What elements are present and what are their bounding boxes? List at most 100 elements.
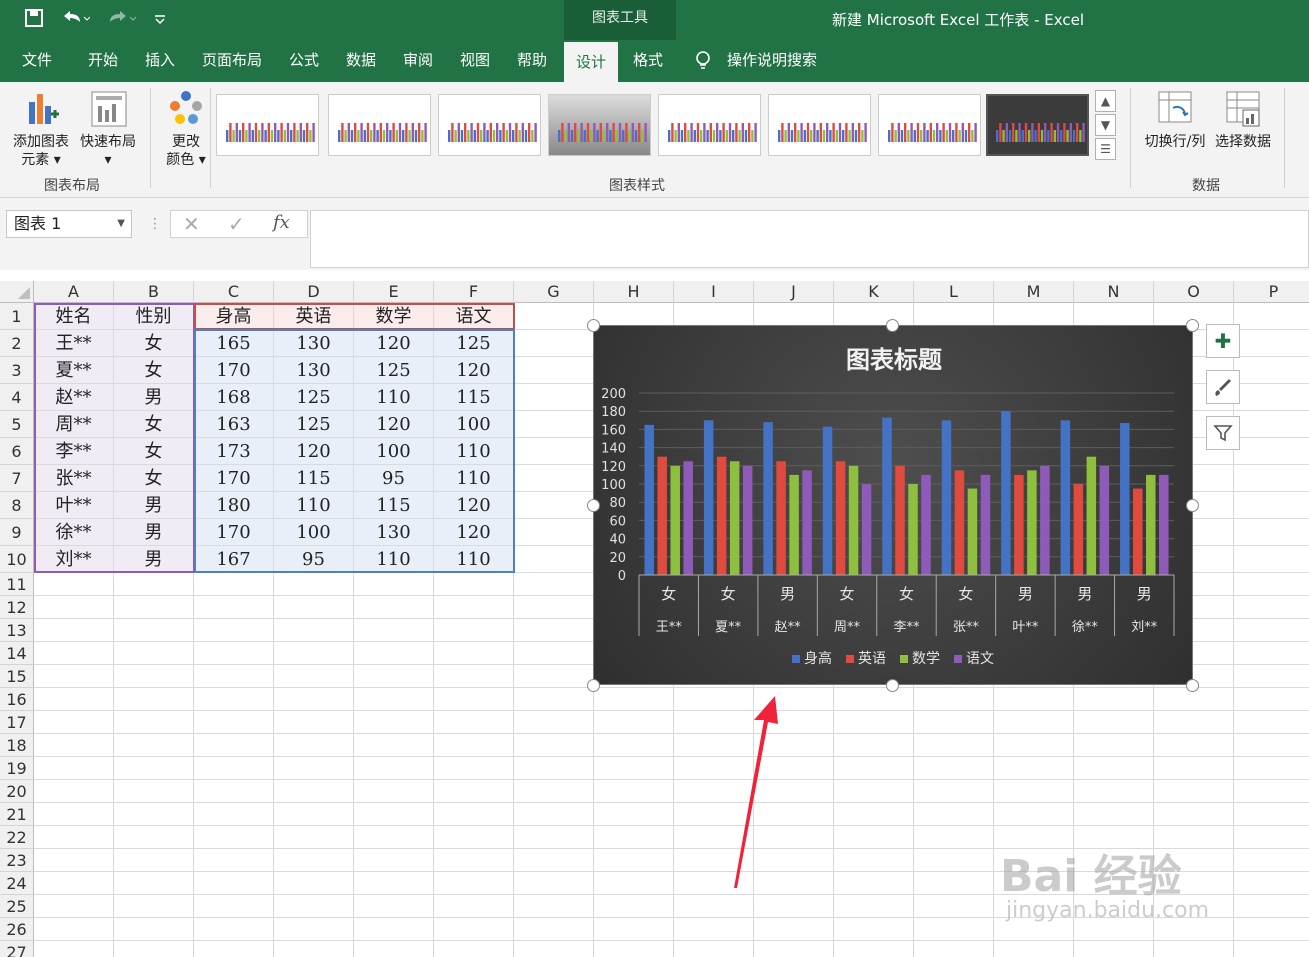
- table-cell[interactable]: 125: [274, 411, 354, 438]
- empty-cell[interactable]: [1234, 384, 1309, 411]
- empty-cell[interactable]: [114, 872, 194, 895]
- empty-cell[interactable]: [514, 519, 594, 546]
- empty-cell[interactable]: [994, 803, 1074, 826]
- empty-cell[interactable]: [1234, 411, 1309, 438]
- table-cell[interactable]: 167: [194, 546, 274, 573]
- tab-help[interactable]: 帮助: [505, 40, 559, 82]
- table-cell[interactable]: 110: [434, 546, 514, 573]
- empty-cell[interactable]: [834, 780, 914, 803]
- table-cell[interactable]: 周**: [34, 411, 114, 438]
- header-cell[interactable]: 语文: [434, 303, 514, 330]
- empty-cell[interactable]: [194, 642, 274, 665]
- redo-icon[interactable]: [106, 8, 137, 33]
- table-cell[interactable]: 130: [274, 357, 354, 384]
- empty-cell[interactable]: [114, 895, 194, 918]
- gallery-scroll-up-icon[interactable]: ▲: [1095, 90, 1116, 112]
- empty-cell[interactable]: [194, 734, 274, 757]
- empty-cell[interactable]: [194, 872, 274, 895]
- table-cell[interactable]: 115: [274, 465, 354, 492]
- empty-cell[interactable]: [194, 849, 274, 872]
- empty-cell[interactable]: [114, 941, 194, 957]
- table-cell[interactable]: 刘**: [34, 546, 114, 573]
- empty-cell[interactable]: [434, 803, 514, 826]
- row-header-24[interactable]: 24: [0, 872, 34, 895]
- empty-cell[interactable]: [514, 826, 594, 849]
- bar-语文[interactable]: [683, 461, 693, 575]
- row-header-14[interactable]: 14: [0, 642, 34, 665]
- empty-cell[interactable]: [274, 642, 354, 665]
- empty-cell[interactable]: [1154, 734, 1234, 757]
- header-cell[interactable]: 数学: [354, 303, 434, 330]
- empty-cell[interactable]: [1234, 757, 1309, 780]
- empty-cell[interactable]: [194, 918, 274, 941]
- empty-cell[interactable]: [1234, 941, 1309, 957]
- empty-cell[interactable]: [34, 826, 114, 849]
- empty-cell[interactable]: [594, 734, 674, 757]
- empty-cell[interactable]: [434, 941, 514, 957]
- table-cell[interactable]: 168: [194, 384, 274, 411]
- table-cell[interactable]: 女: [114, 411, 194, 438]
- table-cell[interactable]: 125: [274, 384, 354, 411]
- chart-style-6[interactable]: [768, 94, 871, 156]
- empty-cell[interactable]: [114, 688, 194, 711]
- empty-cell[interactable]: [194, 573, 274, 596]
- empty-cell[interactable]: [434, 849, 514, 872]
- bar-语文[interactable]: [980, 474, 991, 575]
- empty-cell[interactable]: [994, 941, 1074, 957]
- empty-cell[interactable]: [834, 849, 914, 872]
- tab-view[interactable]: 视图: [448, 40, 502, 82]
- empty-cell[interactable]: [34, 872, 114, 895]
- empty-cell[interactable]: [194, 596, 274, 619]
- empty-cell[interactable]: [834, 941, 914, 957]
- table-cell[interactable]: 125: [354, 357, 434, 384]
- empty-cell[interactable]: [834, 803, 914, 826]
- empty-cell[interactable]: [514, 492, 594, 519]
- empty-cell[interactable]: [1234, 849, 1309, 872]
- empty-cell[interactable]: [994, 734, 1074, 757]
- row-header-12[interactable]: 12: [0, 596, 34, 619]
- resize-handle-sw[interactable]: [587, 679, 600, 692]
- empty-cell[interactable]: [1154, 803, 1234, 826]
- tab-page-layout[interactable]: 页面布局: [190, 40, 274, 82]
- empty-cell[interactable]: [914, 757, 994, 780]
- empty-cell[interactable]: [514, 596, 594, 619]
- empty-cell[interactable]: [434, 711, 514, 734]
- cancel-icon[interactable]: ✕: [183, 212, 200, 236]
- empty-cell[interactable]: [594, 895, 674, 918]
- header-cell[interactable]: 姓名: [34, 303, 114, 330]
- empty-cell[interactable]: [914, 734, 994, 757]
- empty-cell[interactable]: [994, 711, 1074, 734]
- gallery-scroll-down-icon[interactable]: ▼: [1095, 114, 1116, 136]
- empty-cell[interactable]: [194, 780, 274, 803]
- column-header-P[interactable]: P: [1234, 281, 1309, 303]
- empty-cell[interactable]: [1234, 573, 1309, 596]
- empty-cell[interactable]: [514, 665, 594, 688]
- empty-cell[interactable]: [274, 757, 354, 780]
- resize-handle-s[interactable]: [886, 679, 899, 692]
- empty-cell[interactable]: [1234, 492, 1309, 519]
- empty-cell[interactable]: [1234, 803, 1309, 826]
- table-cell[interactable]: 100: [274, 519, 354, 546]
- empty-cell[interactable]: [514, 619, 594, 642]
- row-header-5[interactable]: 5: [0, 411, 34, 438]
- empty-cell[interactable]: [34, 803, 114, 826]
- bar-数学[interactable]: [729, 461, 740, 575]
- bar-数学[interactable]: [908, 484, 918, 575]
- empty-cell[interactable]: [274, 895, 354, 918]
- empty-cell[interactable]: [34, 780, 114, 803]
- resize-handle-ne[interactable]: [1186, 319, 1199, 332]
- column-header-D[interactable]: D: [274, 281, 354, 303]
- row-header-18[interactable]: 18: [0, 734, 34, 757]
- empty-cell[interactable]: [834, 918, 914, 941]
- save-icon[interactable]: [24, 8, 44, 33]
- table-cell[interactable]: 110: [274, 492, 354, 519]
- empty-cell[interactable]: [34, 619, 114, 642]
- table-cell[interactable]: 女: [114, 330, 194, 357]
- empty-cell[interactable]: [354, 895, 434, 918]
- empty-cell[interactable]: [114, 780, 194, 803]
- empty-cell[interactable]: [914, 688, 994, 711]
- empty-cell[interactable]: [34, 757, 114, 780]
- empty-cell[interactable]: [434, 734, 514, 757]
- empty-cell[interactable]: [514, 803, 594, 826]
- empty-cell[interactable]: [34, 688, 114, 711]
